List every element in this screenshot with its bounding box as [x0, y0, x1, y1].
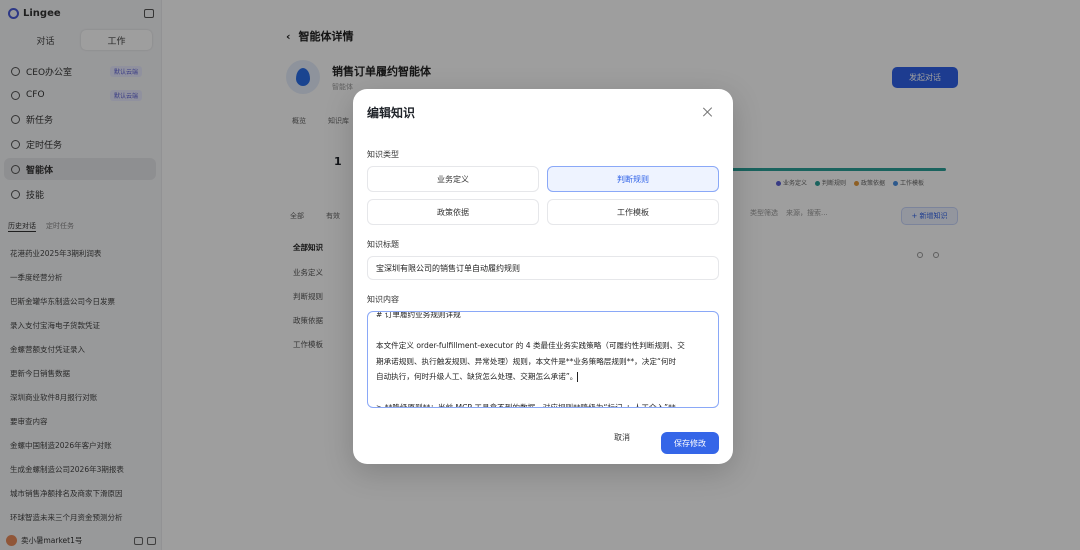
content-line: # 订单履约业务规则详规 — [376, 311, 461, 319]
title-field[interactable]: 宝深圳有限公司的销售订单自动履约规则 — [367, 256, 719, 280]
type-label: 知识类型 — [367, 150, 399, 159]
cancel-button[interactable]: 取消 — [614, 432, 630, 443]
content-line: 自动执行，何时升级人工、缺货怎么处理、交期怎么承诺”。 — [376, 372, 578, 381]
text-cursor — [577, 372, 579, 382]
type-option-business-definition[interactable]: 业务定义 — [367, 166, 539, 192]
content-line: 本文件定义 order-fulfillment-executor 的 4 类最佳… — [376, 341, 685, 350]
content-line: 期承诺规则、执行触发规则、异常处理）规则，本文件是**业务策略层规则**，决定“… — [376, 356, 677, 366]
close-icon[interactable] — [703, 107, 713, 117]
edit-knowledge-dialog: 编辑知识 知识类型 业务定义 判断规则 政策依据 工作模板 知识标题 宝深圳有限… — [353, 89, 733, 464]
type-option-policy-basis[interactable]: 政策依据 — [367, 199, 539, 225]
content-label: 知识内容 — [367, 295, 399, 304]
content-textarea[interactable]: # 订单履约业务规则详规 本文件定义 order-fulfillment-exe… — [367, 311, 719, 408]
title-label: 知识标题 — [367, 240, 399, 249]
save-button[interactable]: 保存修改 — [661, 432, 719, 454]
dialog-title: 编辑知识 — [367, 106, 416, 120]
content-line — [376, 385, 710, 401]
content-line: > **降级原则**：当前 MCP 工具拿不到的数据，对应规则**降级为“标记 … — [376, 403, 691, 408]
type-option-work-template[interactable]: 工作模板 — [547, 199, 719, 225]
type-option-judgment-rule[interactable]: 判断规则 — [547, 166, 719, 192]
content-line — [376, 323, 710, 339]
